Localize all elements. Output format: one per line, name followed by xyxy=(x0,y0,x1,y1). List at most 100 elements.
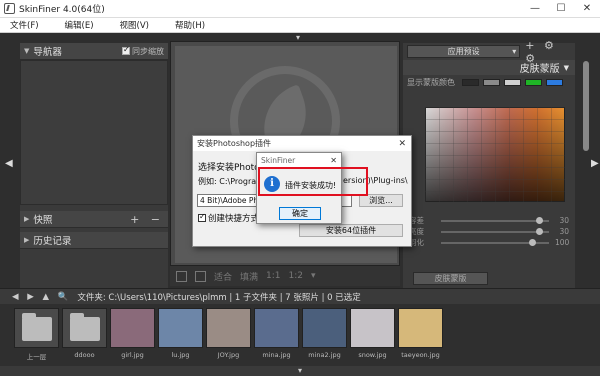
thumb-label: girl.jpg xyxy=(121,351,144,359)
thumb-photo[interactable]: lu.jpg xyxy=(158,308,203,364)
collapse-bottom-icon[interactable]: ▾ xyxy=(0,366,600,376)
thumb-label: mina2.jpg xyxy=(308,351,341,359)
close-button[interactable]: ✕ xyxy=(574,0,600,18)
expand-triangle-icon: ▶ xyxy=(24,215,30,223)
skin-mask-header[interactable]: 皮肤蒙版 ▼ xyxy=(403,60,575,75)
mask-swatch[interactable] xyxy=(462,78,479,86)
history-header[interactable]: ▶ 历史记录 xyxy=(20,232,168,249)
thumb-up[interactable]: 上一层 xyxy=(14,308,59,364)
preset-dropdown[interactable]: 应用预设 xyxy=(407,45,521,58)
zoom-dropdown-icon[interactable]: ▾ xyxy=(311,271,316,281)
thumb-label: ddooo xyxy=(74,351,95,359)
expand-triangle-icon: ▶ xyxy=(24,236,30,244)
shortcut-checkbox[interactable] xyxy=(198,212,206,222)
window-controls: — ☐ ✕ xyxy=(522,0,600,18)
thumb-label: snow.jpg xyxy=(358,351,387,359)
history-title: 历史记录 xyxy=(33,236,72,247)
slider-knob[interactable] xyxy=(536,227,544,235)
folder-icon xyxy=(62,308,107,348)
thumb-photo[interactable]: girl.jpg xyxy=(110,308,155,364)
zoom-1-2[interactable]: 1:2 xyxy=(289,271,303,281)
menu-file[interactable]: 文件(F) xyxy=(10,19,39,31)
right-scrollbar[interactable] xyxy=(582,43,590,288)
slider-track[interactable] xyxy=(441,238,549,246)
zoom-1-1[interactable]: 1:1 xyxy=(266,271,280,281)
mask-sliders: 容差 30 亮度 30 羽化 100 xyxy=(409,215,569,248)
dialog-close-icon[interactable]: ✕ xyxy=(398,139,406,149)
title-bar: SkinFiner 4.0(64位) — ☐ ✕ xyxy=(0,0,600,18)
snapshot-title: 快照 xyxy=(33,215,53,226)
file-bar: ◀ ▶ ▲ 🔍 文件夹: C:\Users\110\Pictures\plmm … xyxy=(0,288,600,304)
snapshot-add-remove[interactable]: + − xyxy=(130,213,164,226)
zoom-fill[interactable]: 填满 xyxy=(240,270,258,283)
thumb-folder[interactable]: ddooo xyxy=(62,308,107,364)
scroll-thumb[interactable] xyxy=(583,61,589,151)
zoom-fit[interactable]: 适合 xyxy=(214,270,232,283)
maximize-button[interactable]: ☐ xyxy=(548,0,574,18)
minimize-button[interactable]: — xyxy=(522,0,548,18)
collapse-left-icon[interactable]: ◀ xyxy=(5,158,13,169)
thumb-label: JOY.jpg xyxy=(217,351,240,359)
ok-button[interactable]: 确定 xyxy=(279,207,321,220)
folder-shape xyxy=(69,313,100,341)
up-folder-icon xyxy=(14,308,59,348)
slider-value: 30 xyxy=(559,227,569,236)
thumb-photo[interactable]: mina2.jpg xyxy=(302,308,347,364)
app-icon xyxy=(4,3,15,14)
slider-value: 100 xyxy=(555,238,570,247)
left-panel: ▼ 导航器 同步缩放 ▶ 快照 + − ▶ 历史记录 xyxy=(20,43,168,288)
navigator-preview xyxy=(20,60,168,205)
mask-swatch[interactable] xyxy=(504,78,521,86)
single-view-icon[interactable] xyxy=(176,270,187,282)
folder-shape xyxy=(21,313,52,341)
collapse-right-icon[interactable]: ▶ xyxy=(591,158,599,169)
thumb-photo[interactable]: mina.jpg xyxy=(254,308,299,364)
mask-swatch[interactable] xyxy=(483,78,500,86)
mask-swatch[interactable] xyxy=(546,78,563,86)
menu-view[interactable]: 视图(V) xyxy=(120,19,149,31)
message-titlebar: SkinFiner ✕ xyxy=(257,153,341,167)
window-title: SkinFiner 4.0(64位) xyxy=(19,5,105,15)
slider-row: 羽化 100 xyxy=(409,237,569,248)
dialog-titlebar: 安装Photoshop插件 ✕ xyxy=(193,136,411,151)
skin-mask-button[interactable]: 皮肤蒙版 xyxy=(413,272,488,285)
thumb-photo[interactable]: snow.jpg xyxy=(350,308,395,364)
navigator-header[interactable]: ▼ 导航器 同步缩放 xyxy=(20,43,168,60)
install-64-button[interactable]: 安装64位插件 xyxy=(299,224,403,237)
expand-triangle-icon: ▼ xyxy=(24,47,30,55)
thumb-photo[interactable]: JOY.jpg xyxy=(206,308,251,364)
slider-track[interactable] xyxy=(441,216,549,224)
mask-swatch[interactable] xyxy=(525,78,542,86)
skin-mask-title: 皮肤蒙版 xyxy=(519,64,560,75)
shortcut-option[interactable]: 创建快捷方式 xyxy=(198,212,259,224)
slider-knob[interactable] xyxy=(528,238,536,246)
slider-knob[interactable] xyxy=(536,216,544,224)
slider-label: 容差 xyxy=(409,216,424,225)
navigator-title: 导航器 xyxy=(33,47,62,58)
snapshot-header[interactable]: ▶ 快照 + − xyxy=(20,211,168,228)
menu-help[interactable]: 帮助(H) xyxy=(175,19,205,31)
thumb-label: 上一层 xyxy=(26,353,47,361)
photo-thumbnail xyxy=(302,308,347,348)
menu-bar: 文件(F) 编辑(E) 视图(V) 帮助(H) xyxy=(0,18,600,33)
photo-thumbnail xyxy=(254,308,299,348)
sync-zoom-label: 同步缩放 xyxy=(132,46,164,56)
preset-row: 应用预设 + ⚙ ⚙ xyxy=(403,39,575,65)
compare-view-icon[interactable] xyxy=(195,270,206,282)
filmstrip: 上一层 ddooo girl.jpg lu.jpg JOY.jpg mina.j… xyxy=(0,304,600,366)
photo-thumbnail xyxy=(206,308,251,348)
photo-thumbnail xyxy=(398,308,443,348)
view-toolbar: 适合 填满 1:1 1:2 ▾ xyxy=(170,266,400,286)
mask-color-row: 显示蒙版颜色 xyxy=(403,75,575,89)
thumb-photo[interactable]: taeyeon.jpg xyxy=(398,308,443,364)
folder-nav-buttons[interactable]: ◀ ▶ ▲ 🔍 xyxy=(12,292,71,302)
slider-track[interactable] xyxy=(441,227,549,235)
message-close-icon[interactable]: ✕ xyxy=(330,156,337,165)
highlight-box xyxy=(258,167,368,196)
sync-zoom-toggle[interactable]: 同步缩放 xyxy=(122,45,164,57)
thumb-label: taeyeon.jpg xyxy=(401,351,440,359)
thumb-label: mina.jpg xyxy=(262,351,291,359)
slider-value: 30 xyxy=(559,216,569,225)
sync-zoom-checkbox[interactable] xyxy=(122,45,130,55)
menu-edit[interactable]: 编辑(E) xyxy=(65,19,94,31)
